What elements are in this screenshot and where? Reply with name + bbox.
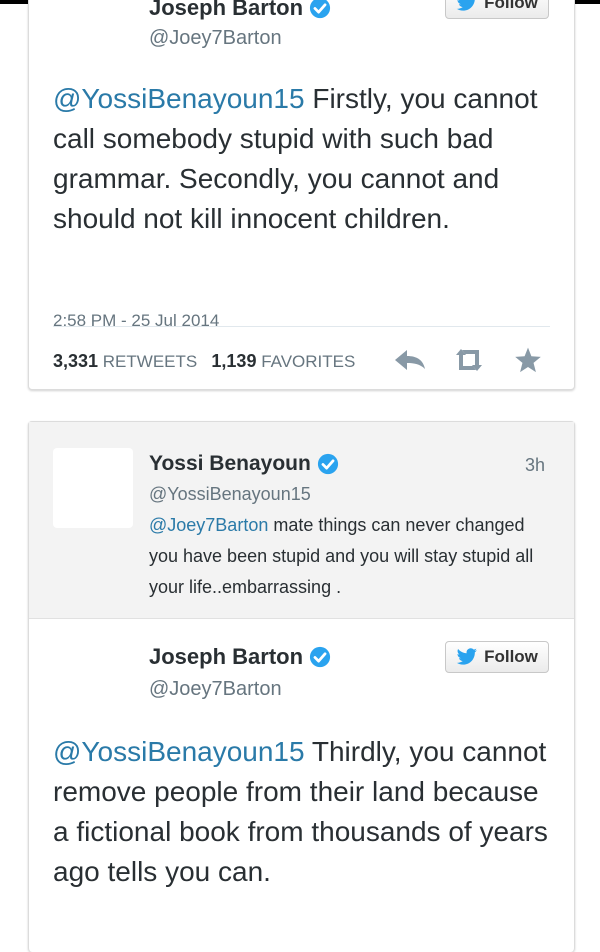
verified-badge-icon: [317, 453, 338, 475]
author-row: Joseph Barton: [149, 644, 331, 670]
reply-author-handle[interactable]: @YossiBenayoun15: [149, 484, 311, 505]
tweet-card: Yossi Benayoun 3h @YossiBenayoun15 @Joey…: [28, 421, 575, 952]
retweet-icon: [456, 349, 482, 371]
retweets-label[interactable]: RETWEETS: [103, 352, 197, 371]
favorite-icon: [515, 347, 541, 373]
author-handle[interactable]: @Joey7Barton: [149, 678, 282, 701]
reply-icon: [395, 350, 425, 370]
favorites-label[interactable]: FAVORITES: [261, 352, 355, 371]
verified-badge-icon: [309, 0, 331, 19]
mention-link[interactable]: @YossiBenayoun15: [53, 736, 305, 767]
reply-timestamp[interactable]: 3h: [525, 455, 545, 476]
reply-author-name[interactable]: Yossi Benayoun: [149, 452, 311, 476]
reply-author-row: Yossi Benayoun: [149, 452, 339, 476]
twitter-bird-icon: [456, 0, 475, 11]
verified-badge-icon: [309, 646, 331, 668]
author-row: Joseph Barton: [149, 0, 331, 21]
follow-button[interactable]: Follow: [445, 641, 549, 673]
follow-label: Follow: [484, 0, 538, 12]
tweet-text: @YossiBenayoun15 Thirdly, you cannot rem…: [53, 732, 553, 892]
favorite-count[interactable]: 1,139: [211, 351, 256, 371]
mention-link[interactable]: @Joey7Barton: [149, 515, 268, 535]
reply-text: @Joey7Barton mate things can never chang…: [149, 510, 554, 603]
avatar[interactable]: [53, 448, 133, 528]
twitter-bird-icon: [456, 648, 477, 665]
tweet-timestamp[interactable]: 2:58 PM - 25 Jul 2014: [53, 311, 219, 331]
author-name[interactable]: Joseph Barton: [149, 644, 303, 670]
retweet-count[interactable]: 3,331: [53, 351, 98, 371]
author-name[interactable]: Joseph Barton: [149, 0, 303, 21]
mention-link[interactable]: @YossiBenayoun15: [53, 83, 305, 114]
reply-button[interactable]: [393, 345, 427, 375]
retweet-button[interactable]: [452, 345, 486, 375]
follow-label: Follow: [484, 647, 538, 666]
tweet-actions: [393, 345, 570, 375]
tweet-text: @YossiBenayoun15 Firstly, you cannot cal…: [53, 79, 553, 239]
in-reply-to-tweet[interactable]: Yossi Benayoun 3h @YossiBenayoun15 @Joey…: [29, 422, 574, 619]
author-handle[interactable]: @Joey7Barton: [149, 27, 282, 50]
tweet-card: Joseph Barton @Joey7Barton Follow @Yossi…: [28, 0, 575, 390]
divider: [53, 326, 550, 327]
favorite-button[interactable]: [511, 345, 545, 375]
tweet-stats: 3,331 RETWEETS 1,139 FAVORITES: [53, 351, 355, 372]
follow-button[interactable]: Follow: [445, 0, 549, 19]
